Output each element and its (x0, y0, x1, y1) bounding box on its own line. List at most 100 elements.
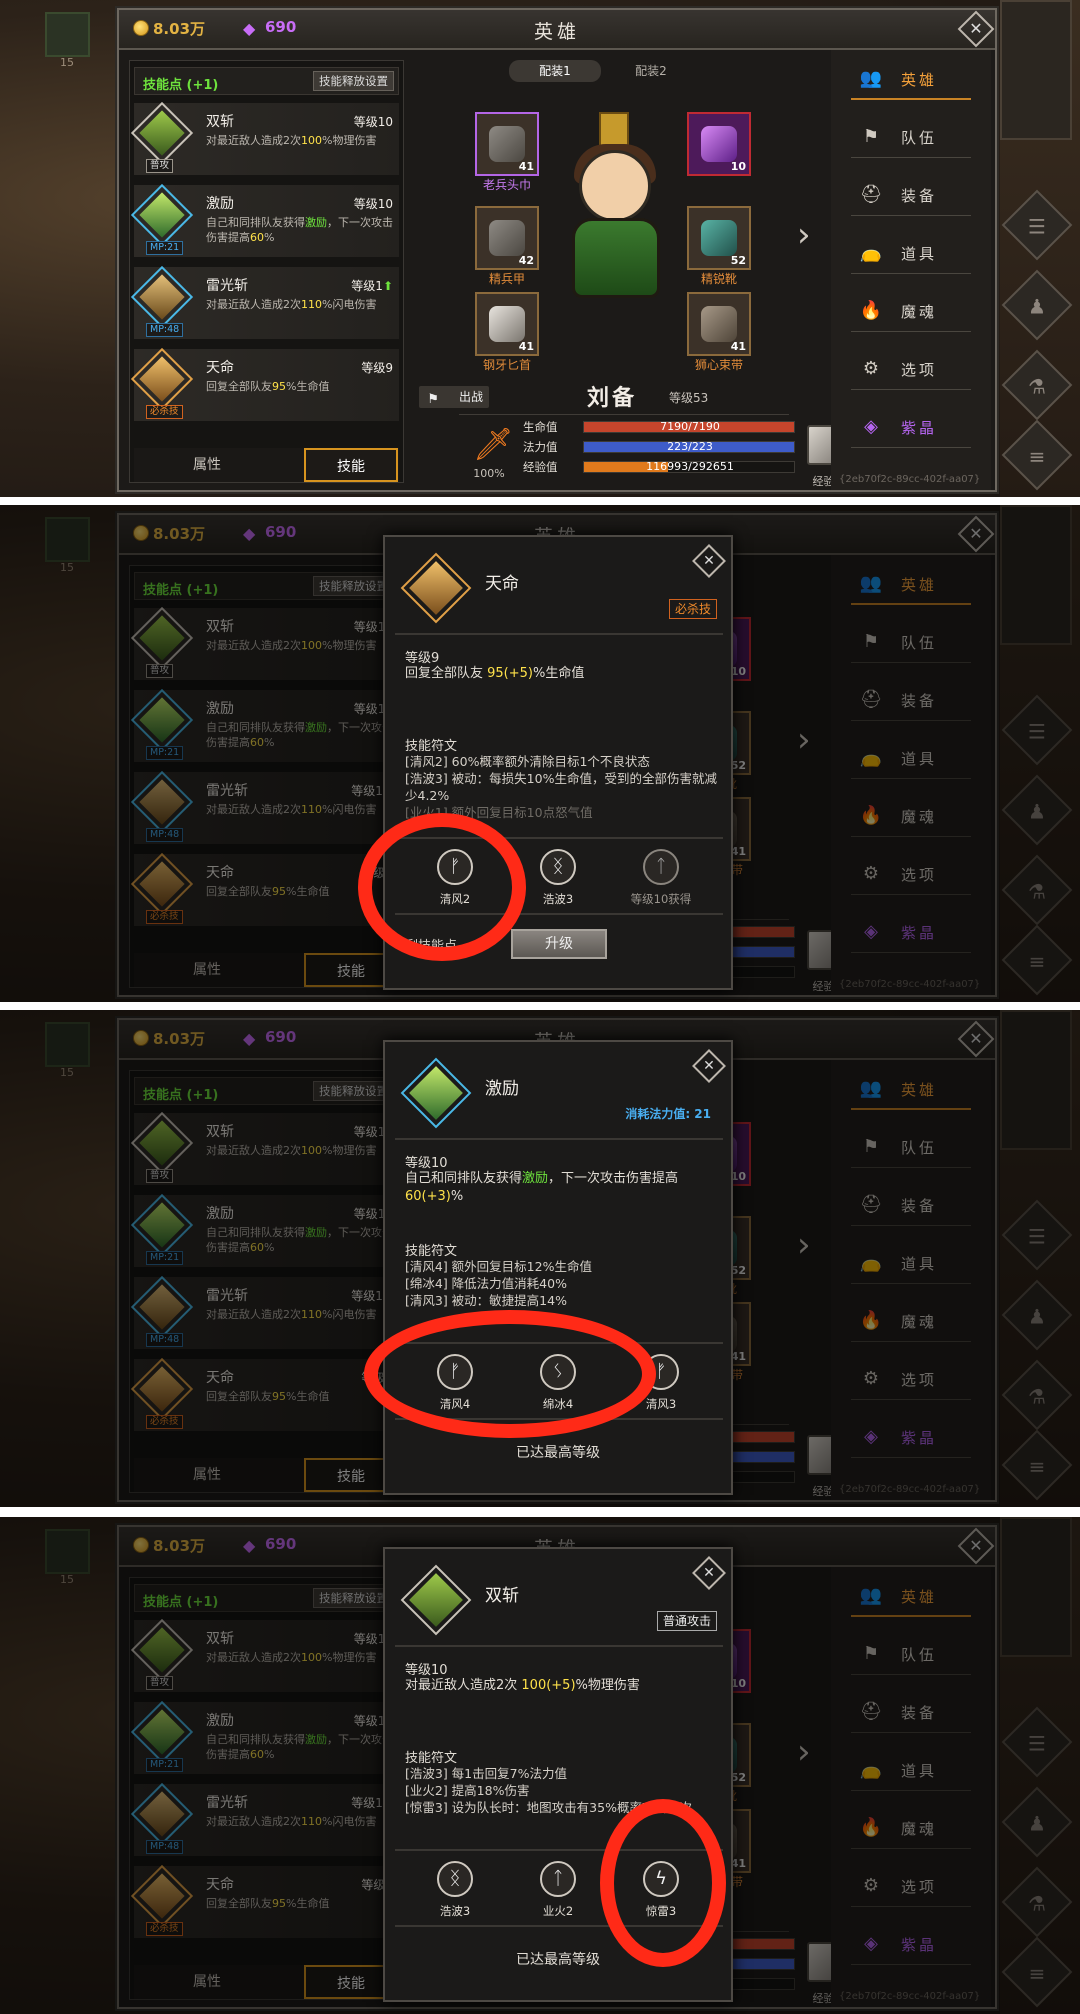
loadout-1-button[interactable]: 配装1 (509, 60, 601, 82)
dialog-skill-description: 回复全部队友 95(+5)%生命值 (405, 666, 585, 681)
equip-slot-belt[interactable]: 41 (687, 292, 751, 356)
lightning-slash-skill-icon (130, 265, 194, 329)
dialog-skill-name: 激励 (485, 1079, 519, 1099)
rune-heading: 技能符文 (405, 1244, 458, 1259)
hero-icon: 👥 (859, 68, 883, 89)
nav-soul[interactable]: 🔥魔魂 (851, 290, 971, 332)
close-icon: ✕ (703, 1058, 715, 1074)
window-topbar: 8.03万 ◆ 690 英雄 ✕ (119, 10, 995, 50)
upgrade-button[interactable]: 升级 (511, 929, 607, 959)
helmet-icon: ⛑ (859, 184, 883, 205)
rune-effect-line: [清风3] 被动：敏捷提高14% (405, 1293, 567, 1308)
red-annotation-circle (364, 1310, 656, 1438)
session-id: {2eb70f2c-89cc-402f-aa07} (839, 474, 981, 485)
skill-points-bar: 技能点 (+1) 技能释放设置 (134, 67, 399, 95)
hero-portrait (544, 110, 684, 310)
rune-icon: ᛝ (437, 1861, 473, 1897)
loadout-2-button[interactable]: 配装2 (605, 60, 697, 82)
rune-icon: ᛝ (540, 849, 576, 885)
nav-options[interactable]: ⚙选项 (851, 348, 971, 390)
dialog-skill-description: 对最近敌人造成2次 100(+5)%物理伤害 (405, 1678, 640, 1693)
dialog-skill-name: 天命 (485, 574, 519, 594)
close-dialog-button[interactable]: ✕ (692, 1049, 726, 1083)
screenshot-collage: 15 ☰ ♟ ⚗ ≡ 8.03万 ◆ 690 英雄 ✕ 技能点 (+1) 技能释… (0, 0, 1080, 2014)
hero-stats: 🗡 100% 生命值 7190/7190 法力值 223/223 经验值 116… (459, 414, 847, 488)
dialog-skill-level: 等级9 (405, 651, 440, 666)
rune-label: 业火2 (542, 1904, 574, 1918)
power-percent: 100% (473, 467, 505, 480)
skill-type-tag: 必杀技 (668, 599, 717, 619)
tab-attributes[interactable]: 属性 (160, 448, 254, 482)
equip-slot-boots[interactable]: 52 (687, 206, 751, 270)
skill-description: 回复全部队友95%生命值 (206, 380, 330, 393)
equip-name: 老兵头巾 (482, 178, 531, 192)
sword-icon: 🗡 (473, 425, 514, 463)
sword-skill-icon (130, 101, 194, 165)
panel-tabs: 属性 技能 (134, 448, 399, 482)
skill-description: 对最近敌人造成2次100%物理伤害 (206, 134, 377, 147)
tab-skills[interactable]: 技能 (304, 448, 398, 482)
skill-description: 对最近敌人造成2次110%闪电伤害 (206, 298, 377, 311)
equip-slot-armor[interactable]: 42 (475, 206, 539, 270)
level-up-arrow-icon: ⬆ (382, 279, 393, 293)
skill-name: 天命 (206, 360, 234, 376)
gear-icon: ⚙ (862, 358, 880, 379)
hero-level: 等级53 (669, 391, 709, 405)
skill-mp-tag: MP:48 (146, 323, 184, 337)
nav-team[interactable]: ⚑队伍 (851, 116, 971, 158)
window-title: 英雄 (533, 21, 580, 43)
close-dialog-button[interactable]: ✕ (692, 544, 726, 578)
list-icon: ☰ (1028, 214, 1046, 239)
skill-type-tag: 消耗法力值: 21 (625, 1107, 711, 1121)
dialog-skill-name: 双斩 (485, 1586, 519, 1606)
close-icon: ✕ (969, 19, 983, 38)
skill-row-tianming[interactable]: 必杀技 天命 等级9 回复全部队友95%生命值 (130, 347, 399, 421)
skill-name: 雷光斩 (206, 278, 248, 294)
hp-label: 生命值 (523, 420, 558, 434)
skill-tag: 普攻 (146, 159, 174, 173)
nav-amethyst[interactable]: ◈紫晶 (851, 406, 971, 448)
rune-effect-list: [清风4] 额外回复目标12%生命值 [绵冰4] 降低法力值消耗40% [清风3] … (405, 1258, 720, 1309)
close-dialog-button[interactable]: ✕ (692, 1556, 726, 1590)
nav-items[interactable]: 👝道具 (851, 232, 971, 274)
equip-slot-accessory[interactable]: 10 (687, 112, 751, 176)
rune-label: 浩波3 (439, 1904, 471, 1918)
skill-level: 等级10 (353, 197, 393, 211)
destiny-skill-icon (130, 347, 194, 411)
flame-icon: 🔥 (859, 300, 883, 321)
hero-name: 刘备 (587, 386, 638, 411)
next-arrow-icon[interactable]: › (797, 215, 811, 255)
equip-slot-weapon[interactable]: 41 (475, 292, 539, 356)
close-icon: ✕ (703, 1565, 715, 1581)
equip-name: 钢牙匕首 (482, 358, 531, 372)
skill-list-panel: 技能点 (+1) 技能释放设置 普攻 双斩 等级10 对最近敌人造成2次100%… (129, 60, 404, 483)
menu-icon: ≡ (1028, 444, 1046, 469)
exp-bar: 116993/292651 (583, 460, 795, 473)
rune-effect-line: [清风2] 60%概率额外清除目标1个不良状态 (405, 754, 650, 769)
exp-label: 经验值 (523, 460, 558, 474)
rune-icon: ᛏ (540, 1861, 576, 1897)
equip-name: 精兵甲 (488, 272, 525, 286)
equip-slot-head[interactable]: 41 (475, 112, 539, 176)
skill-release-settings-button[interactable]: 技能释放设置 (313, 71, 394, 91)
flag-icon: ⚑ (427, 392, 439, 407)
sortie-status[interactable]: ⚑出战 (419, 386, 489, 408)
skill-level: 等级1⬆ (351, 279, 393, 293)
minimap[interactable] (1000, 0, 1072, 140)
amethyst-icon: ◈ (864, 416, 878, 437)
loadout-switch: 配装1 配装2 (509, 60, 709, 84)
nav-hero[interactable]: 👥英雄 (851, 58, 971, 100)
dialog-skill-level: 等级10 (405, 1663, 448, 1678)
skill-mp-tag: MP:21 (146, 241, 184, 255)
screenshot-panel-2: 15 ☰ ♟ ⚗ ≡ 8.03万 ◆ 690 英雄 ✕ 技能点 (+1) 技能释… (0, 505, 1080, 1002)
skill-level: 等级10 (353, 115, 393, 129)
nav-equipment[interactable]: ⛑装备 (851, 174, 971, 216)
skill-row-leiguangzhan[interactable]: MP:48 雷光斩 等级1⬆ 对最近敌人造成2次110%闪电伤害 (130, 265, 399, 339)
team-icon: ♟ (1028, 294, 1046, 319)
rune-effect-line: [清风4] 额外回复目标12%生命值 (405, 1259, 592, 1274)
skill-level: 等级9 (361, 361, 393, 375)
skill-row-shuangzhan[interactable]: 普攻 双斩 等级10 对最近敌人造成2次100%物理伤害 (130, 101, 399, 175)
rune-icon: ᛏ (643, 849, 679, 885)
skill-row-jili[interactable]: MP:21 激励 等级10 自己和同排队友获得激励，下一次攻击伤害提高60% (130, 183, 399, 257)
divider (395, 633, 723, 635)
